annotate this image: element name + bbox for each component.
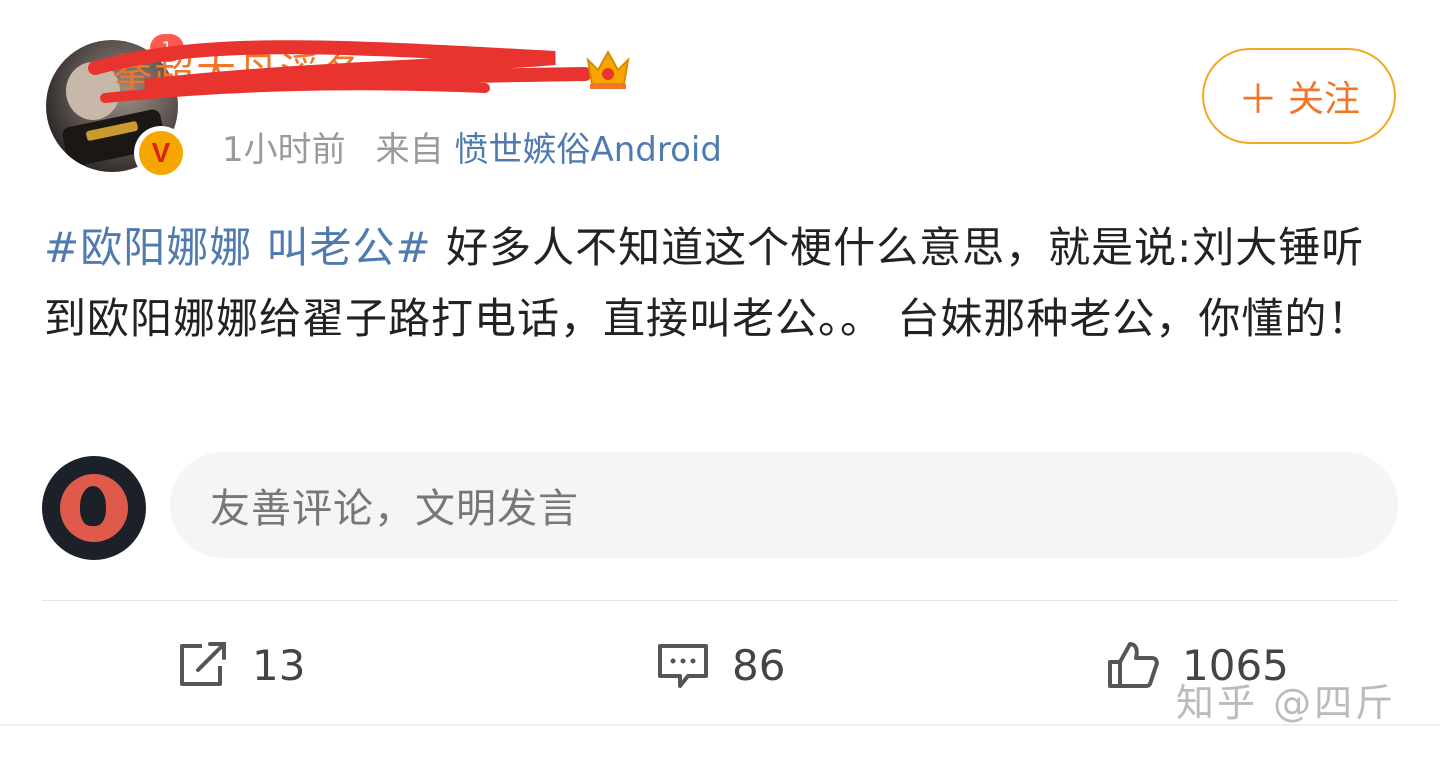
like-icon xyxy=(1108,642,1159,688)
crown-icon xyxy=(586,49,630,89)
bird-icon xyxy=(80,486,106,526)
follow-label: 关注 xyxy=(1287,79,1360,120)
repost-button[interactable]: 13 xyxy=(176,620,305,710)
redaction-scribble xyxy=(88,40,592,103)
comment-composer: 友善评论，文明发言 xyxy=(0,452,1440,562)
source-prefix: 来自 xyxy=(375,130,444,170)
comment-count: 86 xyxy=(732,640,786,690)
verified-icon: V xyxy=(139,131,183,175)
plus-icon: ＋ xyxy=(1237,77,1278,123)
post-header: 1 V 拳超大丹溪冬 1小时前 来自 愤世嫉俗Android ＋ 关注 xyxy=(0,0,1440,200)
hashtag-link[interactable]: #欧阳娜娜 叫老公# xyxy=(44,223,432,272)
divider xyxy=(42,600,1398,601)
watermark: 知乎 @四斤 xyxy=(1176,681,1397,725)
repost-count: 13 xyxy=(252,640,306,690)
comment-button[interactable]: 86 xyxy=(656,620,785,710)
current-user-avatar[interactable] xyxy=(42,456,146,560)
bottom-divider xyxy=(0,724,1440,726)
verified-badge: V xyxy=(134,126,188,180)
post-content: #欧阳娜娜 叫老公# 好多人不知道这个梗什么意思，就是说:刘大锤听到欧阳娜娜给翟… xyxy=(44,212,1394,354)
share-icon xyxy=(180,642,226,686)
post-time: 1小时前 xyxy=(222,130,346,170)
post-meta: 1小时前 来自 愤世嫉俗Android xyxy=(222,122,722,171)
post-source[interactable]: 愤世嫉俗Android xyxy=(454,130,721,170)
comment-input[interactable]: 友善评论，文明发言 xyxy=(170,452,1398,558)
follow-button[interactable]: ＋ 关注 xyxy=(1202,48,1396,144)
comment-icon xyxy=(658,644,708,688)
avatar-circle xyxy=(60,474,128,542)
